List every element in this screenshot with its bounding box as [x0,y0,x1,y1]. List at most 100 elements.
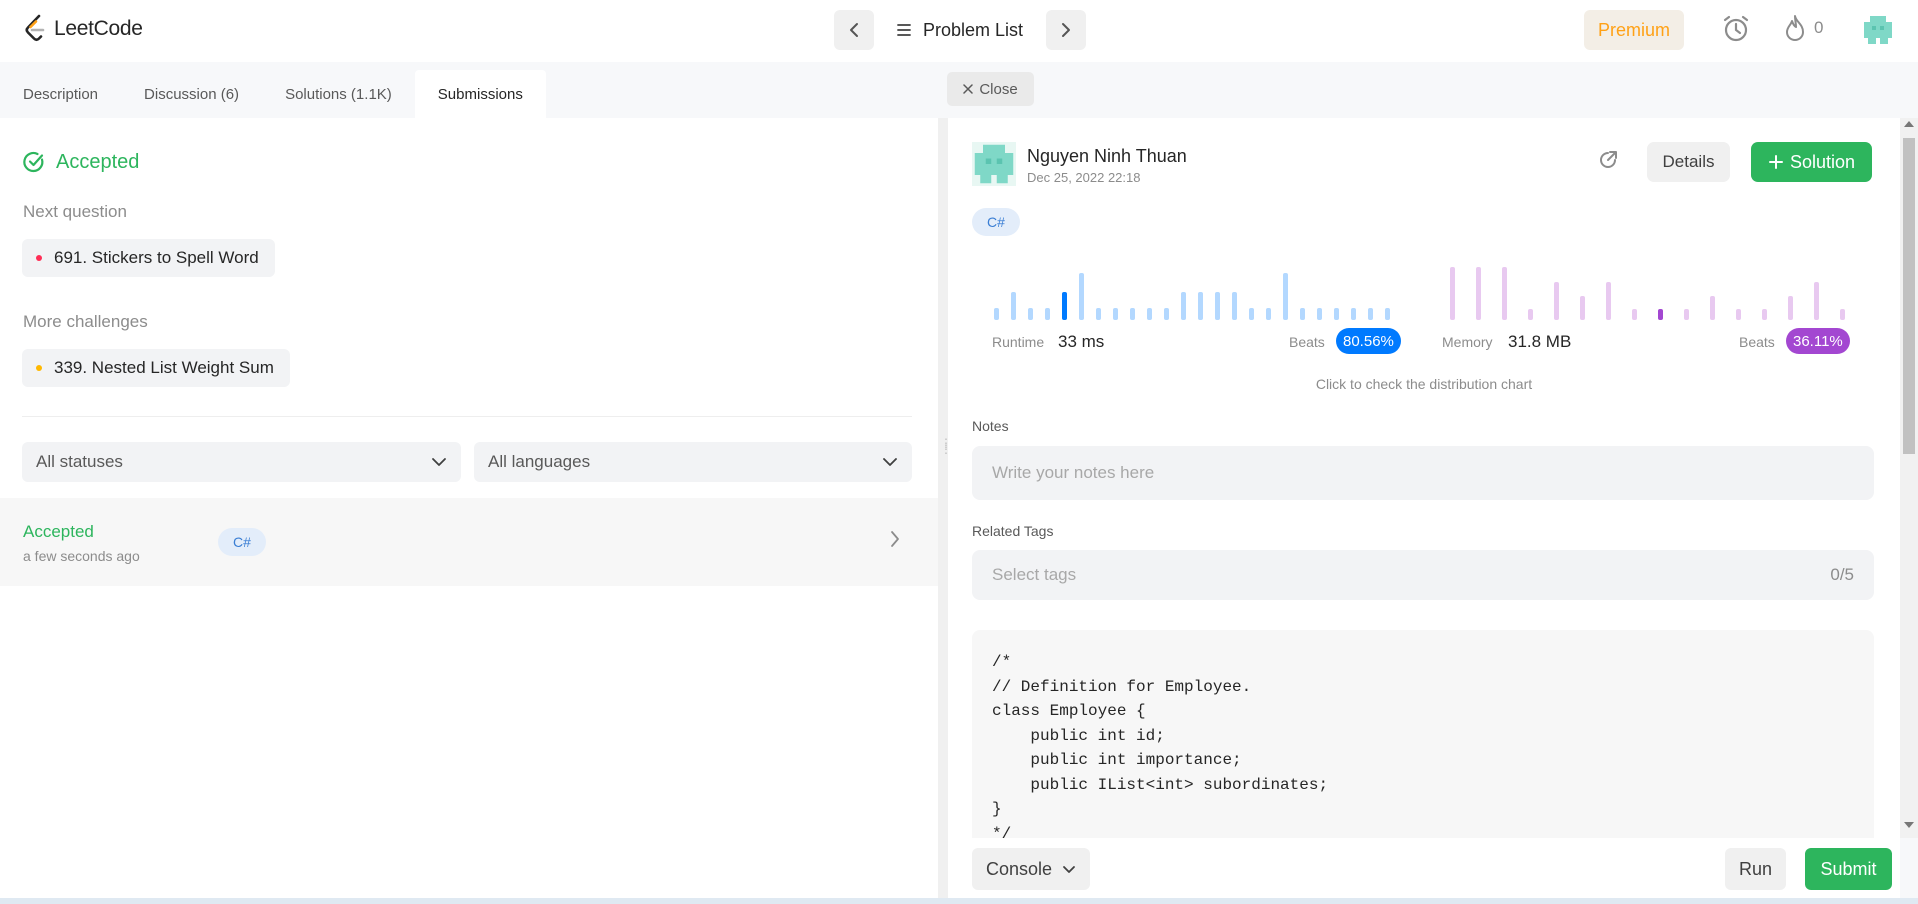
close-icon [963,84,974,94]
distribution-bar [1554,282,1559,320]
editor-bottom-bar: Console Run Submit [948,838,1900,900]
scroll-up-arrow-icon[interactable] [1904,121,1914,127]
submission-language-badge: C# [218,528,266,556]
problem-list-button[interactable]: Problem List [874,20,1046,41]
panel-splitter[interactable] [938,118,948,904]
plus-icon [1768,155,1783,169]
distribution-bar [1762,309,1767,320]
status-filter-select[interactable]: All statuses [22,442,461,482]
code-viewer[interactable]: /* // Definition for Employee. class Emp… [972,630,1874,838]
prev-problem-button[interactable] [834,10,874,50]
distribution-bar [1198,292,1203,320]
distribution-bar [1215,292,1220,320]
language-filter-select[interactable]: All languages [474,442,912,482]
accepted-status-text: Accepted [56,150,140,173]
difficulty-dot [36,365,42,371]
alarm-clock-icon[interactable] [1722,14,1750,49]
tab-submissions[interactable]: Submissions [414,70,546,118]
notes-input[interactable]: Write your notes here [972,446,1874,500]
check-circle-icon [23,151,44,173]
distribution-hint[interactable]: Click to check the distribution chart [948,376,1900,392]
chevron-right-icon [890,530,900,553]
notes-placeholder: Write your notes here [992,463,1155,482]
language-badge: C# [972,208,1020,236]
submission-date: Dec 25, 2022 22:18 [1027,170,1141,185]
solution-label: Solution [1789,151,1856,172]
author-name[interactable]: Nguyen Ninh Thuan [1027,146,1187,167]
tags-count: 0/5 [1830,565,1854,584]
distribution-bar [1113,308,1118,320]
chevron-down-icon [1063,865,1075,873]
chevron-left-icon [850,23,858,37]
tab-description[interactable]: Description [0,70,121,118]
code-line: /* [992,653,1012,671]
scroll-thumb[interactable] [1903,138,1915,454]
distribution-bar [1528,309,1533,320]
distribution-bar [1300,308,1305,320]
distribution-bar [1476,267,1481,320]
code-line: public int importance; [992,751,1242,769]
tab-solutions[interactable]: Solutions (1.1K) [262,70,415,118]
console-label: Console [985,858,1053,879]
console-button[interactable]: Console [972,848,1090,890]
distribution-bar [1266,308,1271,320]
submissions-panel: Accepted Next question 691. Stickers to … [0,118,938,904]
right-panel-scrollbar[interactable] [1900,118,1918,838]
close-label: Close [979,80,1018,98]
distribution-bar [1788,296,1793,320]
distribution-bar [1283,273,1288,320]
runtime-distribution[interactable] [994,258,1394,320]
chevron-down-icon [883,458,897,466]
leetcode-logo[interactable]: LeetCode [24,14,143,44]
distribution-bar [1736,309,1741,320]
avatar-icon [972,142,1016,186]
distribution-bar [1368,308,1373,320]
memory-beats-label: Beats [1739,334,1775,350]
distribution-bar [1334,308,1339,320]
tags-select[interactable]: Select tags 0/5 [972,550,1874,600]
distribution-bar [1232,292,1237,320]
runtime-beats-label: Beats [1289,334,1325,350]
premium-button[interactable]: Premium [1584,10,1684,50]
memory-distribution[interactable] [1450,258,1850,320]
memory-value: 31.8 MB [1508,332,1572,351]
distribution-bar [1840,309,1845,320]
distribution-bar [1096,308,1101,320]
tab-discussion[interactable]: Discussion (6) [121,70,262,118]
next-question-chip[interactable]: 691. Stickers to Spell Word [22,239,275,277]
next-problem-button[interactable] [1046,10,1086,50]
list-icon [897,24,911,36]
scroll-down-arrow-icon[interactable] [1904,822,1914,828]
streak-counter[interactable]: 0 [1784,14,1823,42]
code-line: class Employee { [992,702,1146,720]
run-button[interactable]: Run [1725,848,1786,890]
problem-list-label: Problem List [922,19,1024,40]
post-solution-button[interactable]: Solution [1751,142,1872,182]
distribution-bar [1710,296,1715,320]
user-avatar[interactable] [1862,14,1894,51]
window-bottom-edge [0,898,1918,904]
accepted-header: Accepted [22,150,139,174]
more-challenge-chip[interactable]: 339. Nested List Weight Sum [22,349,290,387]
close-button[interactable]: Close [947,72,1034,106]
code-line: } [992,800,1002,818]
distribution-bar [1062,292,1067,320]
problem-nav: Problem List [834,10,1086,50]
memory-beats-badge: 36.11% [1786,328,1850,354]
chevron-right-icon [1062,23,1070,37]
submission-row[interactable]: Accepted a few seconds ago C# [0,498,938,586]
submit-button[interactable]: Submit [1805,848,1892,890]
share-icon[interactable] [1596,148,1620,177]
chevron-down-icon [432,458,446,466]
status-filter-value: All statuses [36,452,123,471]
author-avatar[interactable] [972,142,1016,191]
distribution-bar [1147,308,1152,320]
more-challenge-title: 339. Nested List Weight Sum [54,358,274,377]
distribution-bar [1450,267,1455,320]
details-button[interactable]: Details [1647,142,1730,182]
leetcode-logo-icon [25,14,45,42]
distribution-bar [1580,296,1585,320]
related-tags-label: Related Tags [972,523,1054,539]
next-question-label: Next question [23,202,127,221]
code-line: // Definition for Employee. [992,677,1252,696]
